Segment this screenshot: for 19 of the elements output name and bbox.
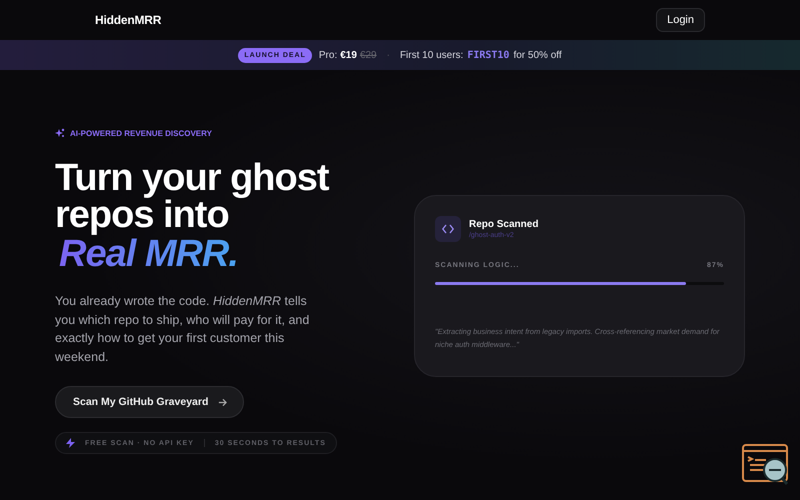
offer-text: for 50% off [513,50,562,60]
login-button[interactable]: Login [656,8,705,32]
code-icon [434,216,461,242]
price: €19 [340,50,357,60]
offer-label: First 10 users: [400,50,464,60]
separator: · [386,50,390,60]
scan-button[interactable]: Scan My GitHub Graveyard [55,386,244,418]
card-title: Repo Scanned [468,219,538,230]
logo[interactable]: HiddenMRR [95,13,162,27]
arrow-right-icon [218,398,228,406]
hero-heading: Turn your ghost repos into [55,160,330,234]
hero-description: You already wrote the code. HiddenMRR tells you which repo to ship, who will pay for it, and exactly how to get your first customer this weekend. [55,293,310,366]
promo-code: FIRST10 [467,50,510,60]
browser-search-icon[interactable] [742,444,790,486]
lightning-icon [66,438,75,448]
sparkle-icon [55,128,65,138]
pro-label: Pro: [318,50,338,60]
old-price: €29 [360,50,377,60]
eyebrow-text: AI-POWERED REVENUE DISCOVERY [70,128,212,138]
